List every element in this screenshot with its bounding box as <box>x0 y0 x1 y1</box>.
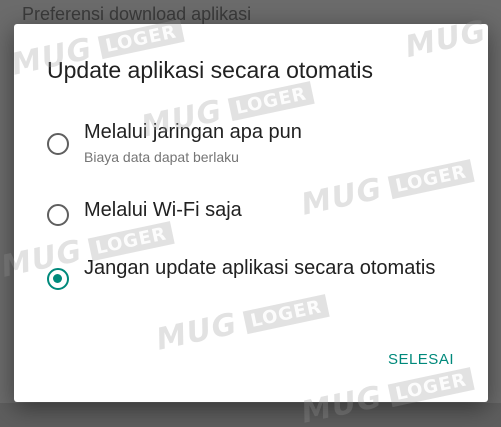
radio-button-unchecked[interactable] <box>47 133 69 155</box>
background-bottom <box>0 403 501 427</box>
dialog-title: Update aplikasi secara otomatis <box>47 57 373 83</box>
radio-button-checked[interactable] <box>47 268 69 290</box>
auto-update-dialog: Update aplikasi secara otomatis Melalui … <box>14 24 488 402</box>
option-no-auto-update[interactable]: Jangan update aplikasi secara otomatis <box>47 256 467 312</box>
option-wifi-only[interactable]: Melalui Wi-Fi saja <box>47 198 467 232</box>
option-label: Jangan update aplikasi secara otomatis <box>84 257 436 279</box>
option-label: Melalui Wi-Fi saja <box>84 199 242 221</box>
option-any-network[interactable]: Melalui jaringan apa pun Biaya data dapa… <box>47 120 467 176</box>
option-label: Melalui jaringan apa pun <box>84 121 302 143</box>
done-button[interactable]: SELESAI <box>388 347 454 372</box>
option-sublabel: Biaya data dapat berlaku <box>84 149 239 165</box>
radio-button-unchecked[interactable] <box>47 204 69 226</box>
background-header: Preferensi download aplikasi <box>22 4 252 24</box>
